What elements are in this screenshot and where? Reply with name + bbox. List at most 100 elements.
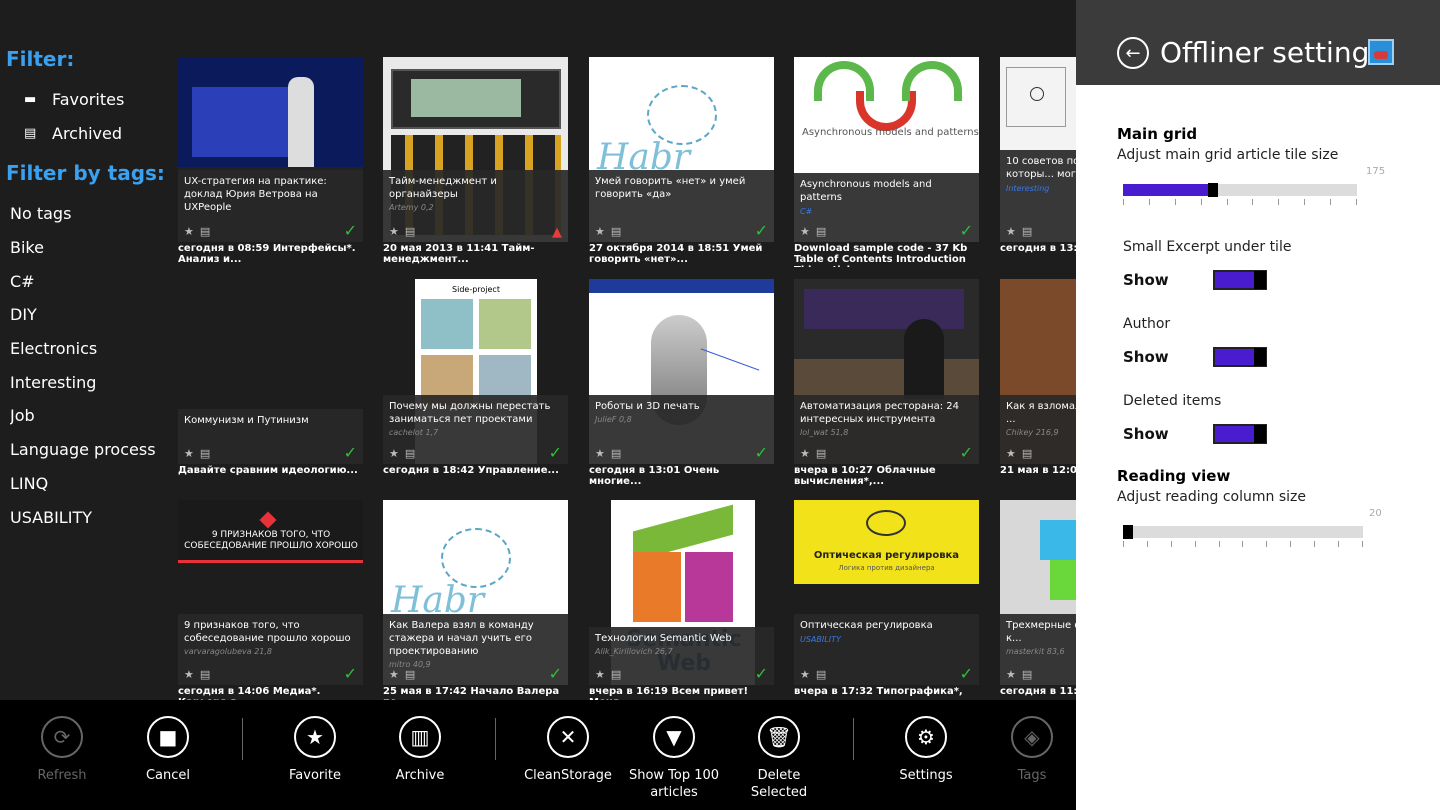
trash-icon: 🗑 [758, 716, 800, 758]
archive-icon[interactable]: ▤ [1022, 225, 1032, 238]
tile-excerpt: сегодня в 11:26 [1000, 686, 1076, 697]
author-state: Show [1123, 348, 1169, 366]
archive-icon[interactable]: ▤ [200, 225, 210, 238]
main-grid-slider[interactable]: 175 [1123, 166, 1385, 210]
app-logo-icon [1368, 39, 1394, 65]
tile-title: Технологии Semantic Web [595, 633, 732, 644]
archive-icon[interactable]: ▤ [405, 225, 415, 238]
star-icon[interactable]: ★ [800, 447, 810, 460]
article-tile[interactable]: Semantic WebТехнологии Semantic WebAlik_… [589, 500, 774, 700]
tile-excerpt: Давайте сравним идеологию... [178, 465, 358, 476]
tile-title: Тайм-менеджмент и органайзеры [389, 176, 497, 200]
archive-icon[interactable]: ▤ [1022, 447, 1032, 460]
tag-item[interactable]: Language process [10, 440, 175, 459]
archive-icon[interactable]: ▤ [405, 447, 415, 460]
archive-icon[interactable]: ▤ [611, 225, 621, 238]
tag-item[interactable]: USABILITY [10, 508, 175, 527]
article-tile[interactable]: Роботы и 3D печать JulieF 0,8 ★ ▤ ✓ сегодня в… [589, 279, 774, 489]
article-tile[interactable]: Как я взломал ... безлимитного ... Chikey… [1000, 279, 1076, 489]
star-icon[interactable]: ★ [184, 447, 194, 460]
filter-favorites[interactable]: ▬ Favorites [24, 90, 124, 109]
star-icon[interactable]: ★ [389, 668, 399, 681]
back-arrow-icon: ← [1125, 42, 1141, 64]
star-icon[interactable]: ★ [184, 668, 194, 681]
cancel-button[interactable]: ■ Cancel [118, 716, 218, 784]
slider-tick [1290, 541, 1292, 547]
article-tile[interactable]: Оптическая регулировка Логика против диза… [794, 500, 979, 700]
article-tile[interactable]: Трехмерные ф... для детского к... masterk… [1000, 500, 1076, 700]
filter-archived[interactable]: ▤ Archived [24, 124, 122, 143]
refresh-button[interactable]: ⟳ Refresh [12, 716, 112, 784]
archive-icon[interactable]: ▤ [611, 668, 621, 681]
tag-item[interactable]: Interesting [10, 373, 175, 392]
tag-item[interactable]: DIY [10, 305, 175, 324]
archive-icon[interactable]: ▤ [816, 447, 826, 460]
settings-flyout: ← Offliner settings Main grid Adjust mai… [1076, 0, 1440, 810]
tags-button[interactable]: ◈ Tags [982, 716, 1082, 784]
article-tile[interactable]: Habr Как Валера взял в команду стажера и … [383, 500, 568, 700]
article-tile[interactable]: Автоматизация ресторана: 24 интересных и… [794, 279, 979, 489]
star-icon[interactable]: ★ [389, 447, 399, 460]
settings-button[interactable]: ⚙ Settings [876, 716, 976, 784]
star-icon[interactable]: ★ [389, 225, 399, 238]
article-tile[interactable]: Asynchronous models and patterns Asynchro… [794, 57, 979, 267]
show-top-button[interactable]: ▼ Show Top 100 articles [624, 716, 724, 801]
tile-overlay: Умей говорить «нет» и умей говорить «да»… [589, 170, 774, 242]
star-icon[interactable]: ★ [595, 447, 605, 460]
star-icon[interactable]: ★ [1006, 668, 1016, 681]
tile-author: varvaragolubeva 21,8 [184, 647, 273, 656]
star-icon[interactable]: ★ [595, 225, 605, 238]
slider-thumb[interactable] [1208, 183, 1218, 197]
star-icon[interactable]: ★ [800, 668, 810, 681]
cleanstorage-button[interactable]: ✕ CleanStorage [518, 716, 618, 784]
favorite-button[interactable]: ★ Favorite [265, 716, 365, 784]
deleted-items-toggle[interactable] [1213, 424, 1267, 444]
star-icon[interactable]: ★ [1006, 447, 1016, 460]
tag-item[interactable]: Job [10, 406, 175, 425]
reading-view-desc: Adjust reading column size [1117, 489, 1306, 505]
article-tile[interactable]: Habr Умей говорить «нет» и умей говорить … [589, 57, 774, 267]
star-icon[interactable]: ★ [595, 668, 605, 681]
archive-icon[interactable]: ▤ [816, 225, 826, 238]
slider-thumb[interactable] [1123, 525, 1133, 539]
tile-actions: ★ ▤ [389, 225, 415, 238]
author-toggle[interactable] [1213, 347, 1267, 367]
archive-icon[interactable]: ▤ [611, 447, 621, 460]
archive-icon[interactable]: ▤ [816, 668, 826, 681]
archive-icon: ▤ [24, 126, 37, 141]
main-grid-desc: Adjust main grid article tile size [1117, 147, 1339, 163]
back-button[interactable]: ← [1117, 37, 1149, 69]
slider-tick [1314, 541, 1316, 547]
archive-button[interactable]: ▥ Archive [370, 716, 470, 784]
tag-item[interactable]: LINQ [10, 474, 175, 493]
star-icon[interactable]: ★ [184, 225, 194, 238]
tags-label: Tags [1017, 768, 1047, 783]
archive-icon[interactable]: ▤ [1022, 668, 1032, 681]
delete-selected-button[interactable]: 🗑 Delete Selected [729, 716, 829, 801]
small-excerpt-toggle[interactable] [1213, 270, 1267, 290]
downloaded-check-icon: ✓ [754, 221, 768, 240]
article-tile[interactable]: 10 советов по ... людей, которы... могут… [1000, 57, 1076, 267]
tile-author: Artemy 0,2 [389, 203, 434, 212]
article-tile[interactable]: 9 ПРИЗНАКОВ ТОГО, ЧТО СОБЕСЕДОВАНИЕ ПРОШ… [178, 500, 363, 700]
tile-title: UX-стратегия на практике: доклад Юрия Ве… [184, 176, 327, 213]
slider-tick [1146, 541, 1148, 547]
tile-overlay: 10 советов по ... людей, которы... могут… [1000, 150, 1076, 242]
tag-item[interactable]: Bike [10, 238, 175, 257]
article-tile[interactable]: UX-стратегия на практике: доклад Юрия Ве… [178, 57, 363, 267]
settings-header: ← Offliner settings [1076, 0, 1440, 85]
article-tile[interactable]: Side-project Почему мы должны перестать з… [383, 279, 568, 489]
tag-item[interactable]: No tags [10, 204, 175, 223]
downloaded-check-icon: ✓ [754, 664, 768, 683]
favorite-label: Favorite [289, 768, 341, 783]
tag-item[interactable]: C# [10, 272, 175, 291]
reading-view-slider[interactable]: 20 [1123, 508, 1382, 552]
archive-icon[interactable]: ▤ [200, 447, 210, 460]
tag-item[interactable]: Electronics [10, 339, 175, 358]
star-icon[interactable]: ★ [800, 225, 810, 238]
archive-icon[interactable]: ▤ [200, 668, 210, 681]
archive-icon[interactable]: ▤ [405, 668, 415, 681]
article-tile[interactable]: Тайм-менеджмент и органайзеры Artemy 0,2 ★… [383, 57, 568, 267]
star-icon[interactable]: ★ [1006, 225, 1016, 238]
article-tile[interactable]: Коммунизм и Путинизм ★ ▤ ✓ Давайте сравним и… [178, 279, 363, 489]
